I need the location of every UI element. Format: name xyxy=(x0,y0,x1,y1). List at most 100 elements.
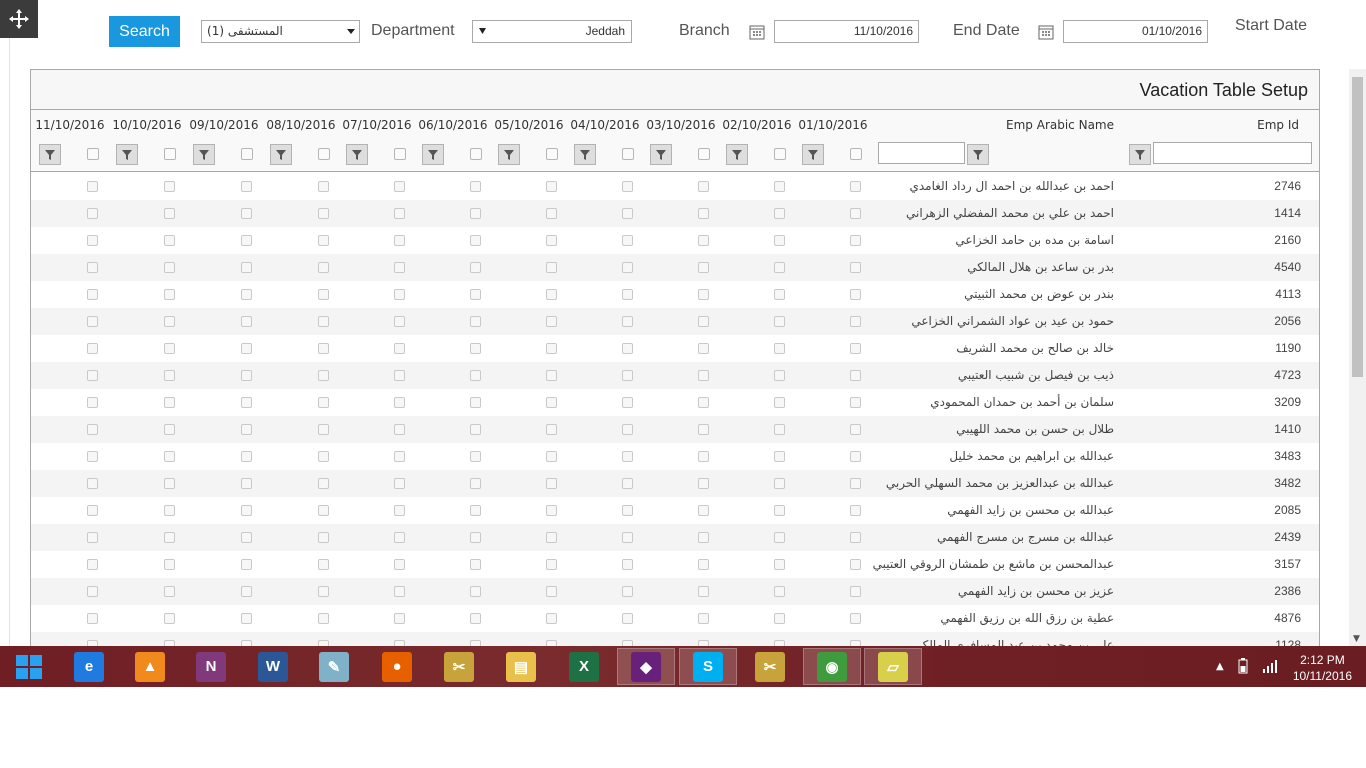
vacation-day-checkbox[interactable] xyxy=(470,262,481,273)
vacation-day-checkbox[interactable] xyxy=(318,289,329,300)
vacation-day-checkbox[interactable] xyxy=(546,370,557,381)
vacation-day-checkbox[interactable] xyxy=(87,262,98,273)
vacation-day-checkbox[interactable] xyxy=(850,505,861,516)
date-filter-icon[interactable] xyxy=(39,144,61,165)
vacation-day-checkbox[interactable] xyxy=(164,424,175,435)
start-date-input[interactable]: 01/10/2016 xyxy=(1063,20,1208,43)
taskbar-app-sticky-notes[interactable]: ▱ xyxy=(864,648,922,685)
taskbar-app-notepad[interactable]: ✎ xyxy=(305,648,363,685)
vacation-day-checkbox[interactable] xyxy=(318,343,329,354)
vacation-day-checkbox[interactable] xyxy=(394,262,405,273)
calendar-icon[interactable] xyxy=(749,24,765,40)
vacation-day-checkbox[interactable] xyxy=(318,208,329,219)
vacation-day-checkbox[interactable] xyxy=(850,235,861,246)
table-row[interactable]: 3209 سلمان بن أحمد بن حمدان المحمودي xyxy=(31,389,1319,416)
date-filter-icon[interactable] xyxy=(422,144,444,165)
vacation-day-checkbox[interactable] xyxy=(546,613,557,624)
vacation-day-checkbox[interactable] xyxy=(87,532,98,543)
vacation-day-checkbox[interactable] xyxy=(241,505,252,516)
vacation-day-checkbox[interactable] xyxy=(622,586,633,597)
date-filter-icon[interactable] xyxy=(650,144,672,165)
vacation-day-checkbox[interactable] xyxy=(318,505,329,516)
vacation-day-checkbox[interactable] xyxy=(850,289,861,300)
vacation-day-checkbox[interactable] xyxy=(850,343,861,354)
vacation-day-checkbox[interactable] xyxy=(774,397,785,408)
vacation-day-checkbox[interactable] xyxy=(241,262,252,273)
vacation-day-checkbox[interactable] xyxy=(546,208,557,219)
vacation-day-checkbox[interactable] xyxy=(622,424,633,435)
vacation-day-checkbox[interactable] xyxy=(470,397,481,408)
vacation-day-checkbox[interactable] xyxy=(698,181,709,192)
vacation-day-checkbox[interactable] xyxy=(394,478,405,489)
vacation-day-checkbox[interactable] xyxy=(470,208,481,219)
vacation-day-checkbox[interactable] xyxy=(774,532,785,543)
date-filter-icon[interactable] xyxy=(726,144,748,165)
table-row[interactable]: 3483 عبدالله بن ابراهيم بن محمد خليل xyxy=(31,443,1319,470)
hospital-select[interactable]: المستشفى (1) xyxy=(201,20,360,43)
vacation-day-checkbox[interactable] xyxy=(87,235,98,246)
vacation-day-checkbox[interactable] xyxy=(394,586,405,597)
select-all-checkbox[interactable] xyxy=(850,148,862,160)
vacation-day-checkbox[interactable] xyxy=(774,559,785,570)
vacation-day-checkbox[interactable] xyxy=(470,532,481,543)
vacation-day-checkbox[interactable] xyxy=(470,343,481,354)
vacation-day-checkbox[interactable] xyxy=(164,370,175,381)
vacation-day-checkbox[interactable] xyxy=(394,181,405,192)
table-row[interactable]: 1190 خالد بن صالح بن محمد الشريف xyxy=(31,335,1319,362)
vacation-day-checkbox[interactable] xyxy=(164,289,175,300)
vacation-day-checkbox[interactable] xyxy=(622,505,633,516)
vacation-day-checkbox[interactable] xyxy=(87,451,98,462)
vacation-day-checkbox[interactable] xyxy=(87,208,98,219)
vacation-day-checkbox[interactable] xyxy=(318,586,329,597)
vacation-day-checkbox[interactable] xyxy=(698,289,709,300)
vacation-day-checkbox[interactable] xyxy=(698,370,709,381)
column-header-date[interactable]: 10/10/2016 xyxy=(112,118,182,132)
vacation-day-checkbox[interactable] xyxy=(850,262,861,273)
column-header-date[interactable]: 05/10/2016 xyxy=(494,118,564,132)
vacation-day-checkbox[interactable] xyxy=(394,559,405,570)
vacation-day-checkbox[interactable] xyxy=(87,586,98,597)
taskbar-app-tools[interactable]: ✂ xyxy=(430,648,488,685)
vacation-day-checkbox[interactable] xyxy=(546,316,557,327)
calendar-icon[interactable] xyxy=(1038,24,1054,40)
show-hidden-icons-icon[interactable]: ▲ xyxy=(1216,661,1224,672)
vacation-day-checkbox[interactable] xyxy=(774,181,785,192)
table-row[interactable]: 4540 بدر بن ساعد بن هلال المالكي xyxy=(31,254,1319,281)
select-all-checkbox[interactable] xyxy=(318,148,330,160)
vacation-day-checkbox[interactable] xyxy=(87,478,98,489)
vacation-day-checkbox[interactable] xyxy=(164,208,175,219)
vacation-day-checkbox[interactable] xyxy=(774,343,785,354)
vacation-day-checkbox[interactable] xyxy=(622,478,633,489)
vacation-day-checkbox[interactable] xyxy=(698,505,709,516)
date-filter-icon[interactable] xyxy=(498,144,520,165)
column-header-date[interactable]: 02/10/2016 xyxy=(722,118,792,132)
vacation-day-checkbox[interactable] xyxy=(470,424,481,435)
vacation-day-checkbox[interactable] xyxy=(546,343,557,354)
vacation-day-checkbox[interactable] xyxy=(318,424,329,435)
date-filter-icon[interactable] xyxy=(802,144,824,165)
vacation-day-checkbox[interactable] xyxy=(394,289,405,300)
vacation-day-checkbox[interactable] xyxy=(622,559,633,570)
table-row[interactable]: 1128 علي بن محمد بن عبد المسافري المالكي xyxy=(31,632,1319,646)
date-filter-icon[interactable] xyxy=(574,144,596,165)
vacation-day-checkbox[interactable] xyxy=(241,451,252,462)
vacation-day-checkbox[interactable] xyxy=(87,316,98,327)
vacation-day-checkbox[interactable] xyxy=(318,262,329,273)
column-header-date[interactable]: 06/10/2016 xyxy=(418,118,488,132)
battery-icon[interactable] xyxy=(1238,658,1248,674)
vacation-day-checkbox[interactable] xyxy=(546,478,557,489)
taskbar-app-word[interactable]: W xyxy=(244,648,302,685)
signal-icon[interactable] xyxy=(1262,659,1278,673)
scroll-down-icon[interactable]: ▼ xyxy=(1353,634,1360,644)
vacation-day-checkbox[interactable] xyxy=(850,451,861,462)
date-filter-icon[interactable] xyxy=(116,144,138,165)
vacation-day-checkbox[interactable] xyxy=(622,532,633,543)
column-header-date[interactable]: 07/10/2016 xyxy=(342,118,412,132)
table-row[interactable]: 1414 احمد بن علي بن محمد المفضلي الزهراني xyxy=(31,200,1319,227)
column-header-date[interactable]: 03/10/2016 xyxy=(646,118,716,132)
vacation-day-checkbox[interactable] xyxy=(698,235,709,246)
vacation-day-checkbox[interactable] xyxy=(394,208,405,219)
vacation-day-checkbox[interactable] xyxy=(87,289,98,300)
vacation-day-checkbox[interactable] xyxy=(622,343,633,354)
taskbar-app-excel[interactable]: X xyxy=(555,648,613,685)
